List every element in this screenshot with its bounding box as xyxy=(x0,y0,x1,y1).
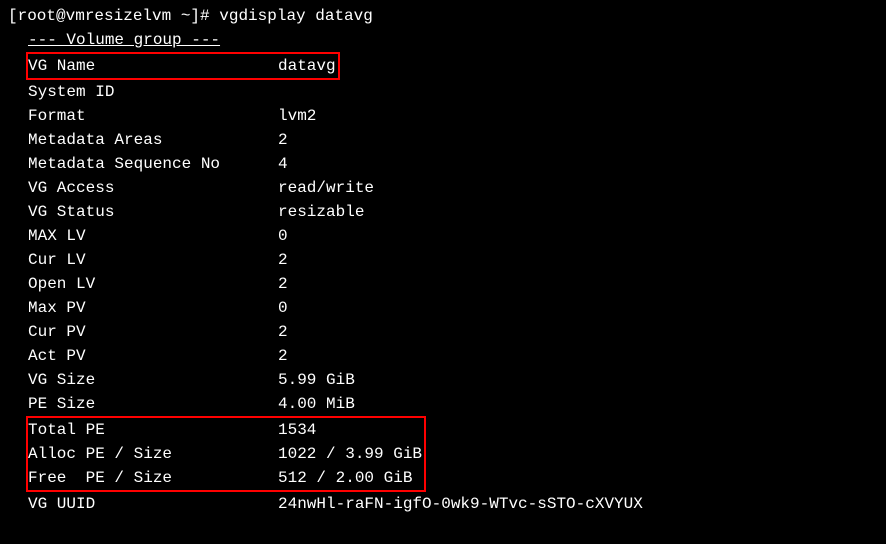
label-cur-lv: Cur LV xyxy=(28,248,278,272)
row-open-lv: Open LV2 xyxy=(8,272,878,296)
label-format: Format xyxy=(28,104,278,128)
label-vg-status: VG Status xyxy=(28,200,278,224)
label-max-pv: Max PV xyxy=(28,296,278,320)
value-vg-name: datavg xyxy=(278,57,336,75)
row-vg-size: VG Size5.99 GiB xyxy=(8,368,878,392)
value-max-pv: 0 xyxy=(278,299,288,317)
row-vg-name: VG Namedatavg xyxy=(28,54,336,78)
value-metadata-areas: 2 xyxy=(278,131,288,149)
highlight-vg-name: VG Namedatavg xyxy=(26,52,340,80)
value-metadata-seq: 4 xyxy=(278,155,288,173)
row-vg-access: VG Accessread/write xyxy=(8,176,878,200)
value-vg-status: resizable xyxy=(278,203,364,221)
label-metadata-seq: Metadata Sequence No xyxy=(28,152,278,176)
row-metadata-seq: Metadata Sequence No4 xyxy=(8,152,878,176)
label-cur-pv: Cur PV xyxy=(28,320,278,344)
terminal-prompt-line[interactable]: [root@vmresizelvm ~]# vgdisplay datavg xyxy=(8,4,878,28)
row-alloc-pe: Alloc PE / Size1022 / 3.99 GiB xyxy=(28,442,422,466)
row-free-pe: Free PE / Size512 / 2.00 GiB xyxy=(28,466,422,490)
row-metadata-areas: Metadata Areas2 xyxy=(8,128,878,152)
label-alloc-pe: Alloc PE / Size xyxy=(28,442,278,466)
label-free-pe: Free PE / Size xyxy=(28,466,278,490)
row-system-id: System ID xyxy=(8,80,878,104)
label-vg-access: VG Access xyxy=(28,176,278,200)
row-pe-size: PE Size4.00 MiB xyxy=(8,392,878,416)
label-open-lv: Open LV xyxy=(28,272,278,296)
value-open-lv: 2 xyxy=(278,275,288,293)
label-system-id: System ID xyxy=(28,80,278,104)
row-cur-pv: Cur PV2 xyxy=(8,320,878,344)
value-act-pv: 2 xyxy=(278,347,288,365)
value-max-lv: 0 xyxy=(278,227,288,245)
label-total-pe: Total PE xyxy=(28,418,278,442)
row-vg-status: VG Statusresizable xyxy=(8,200,878,224)
row-max-lv: MAX LV0 xyxy=(8,224,878,248)
label-vg-size: VG Size xyxy=(28,368,278,392)
row-vg-uuid: VG UUID24nwHl-raFN-igfO-0wk9-WTvc-sSTO-c… xyxy=(8,492,878,516)
value-cur-pv: 2 xyxy=(278,323,288,341)
row-cur-lv: Cur LV2 xyxy=(8,248,878,272)
value-total-pe: 1534 xyxy=(278,421,316,439)
label-vg-name: VG Name xyxy=(28,54,278,78)
value-cur-lv: 2 xyxy=(278,251,288,269)
value-alloc-pe: 1022 / 3.99 GiB xyxy=(278,445,422,463)
value-vg-uuid: 24nwHl-raFN-igfO-0wk9-WTvc-sSTO-cXVYUX xyxy=(278,495,643,513)
row-format: Formatlvm2 xyxy=(8,104,878,128)
value-vg-size: 5.99 GiB xyxy=(278,371,355,389)
label-act-pv: Act PV xyxy=(28,344,278,368)
value-pe-size: 4.00 MiB xyxy=(278,395,355,413)
value-vg-access: read/write xyxy=(278,179,374,197)
value-free-pe: 512 / 2.00 GiB xyxy=(278,469,412,487)
row-max-pv: Max PV0 xyxy=(8,296,878,320)
highlight-pe-stats: Total PE1534 Alloc PE / Size1022 / 3.99 … xyxy=(26,416,426,492)
label-max-lv: MAX LV xyxy=(28,224,278,248)
row-total-pe: Total PE1534 xyxy=(28,418,422,442)
label-vg-uuid: VG UUID xyxy=(28,492,278,516)
label-pe-size: PE Size xyxy=(28,392,278,416)
row-act-pv: Act PV2 xyxy=(8,344,878,368)
section-header: --- Volume group --- xyxy=(8,28,878,52)
label-metadata-areas: Metadata Areas xyxy=(28,128,278,152)
value-format: lvm2 xyxy=(278,107,316,125)
